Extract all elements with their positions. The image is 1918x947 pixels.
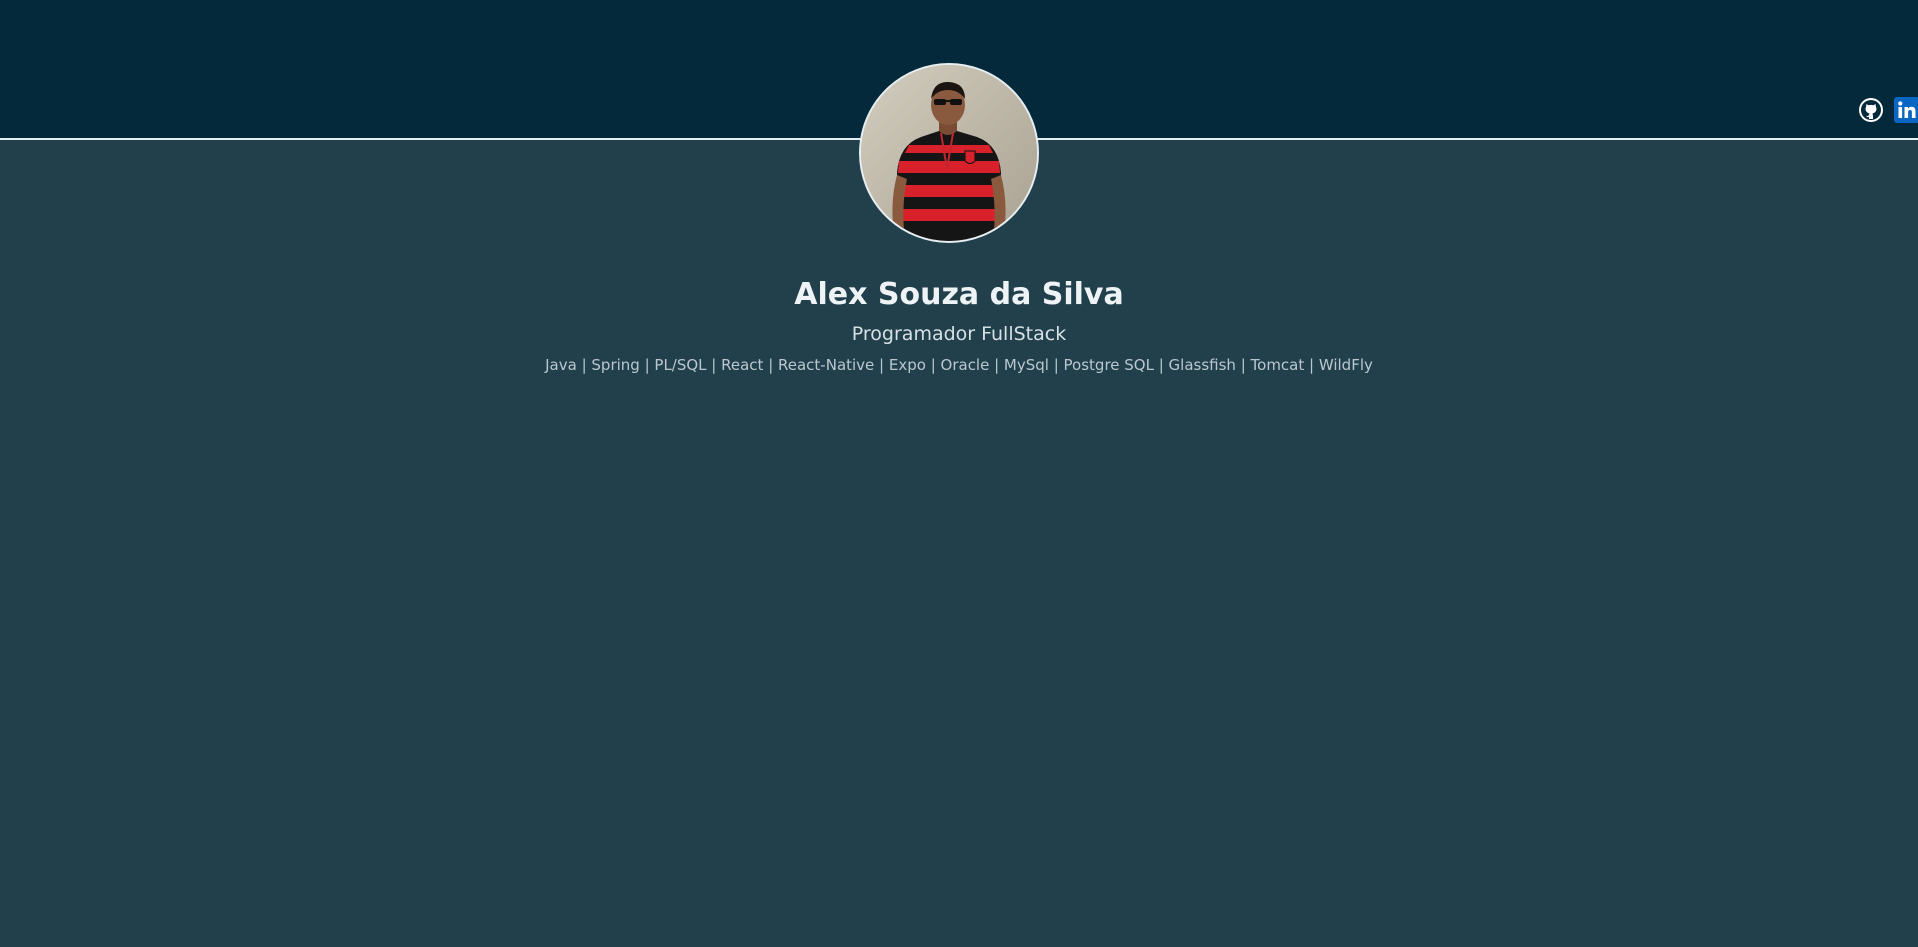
profile-name: Alex Souza da Silva — [794, 277, 1124, 312]
profile-role: Programador FullStack — [851, 323, 1067, 345]
profile-info: Alex Souza da Silva Programador FullStac… — [0, 274, 1918, 376]
profile-page: Alex Souza da Silva Programador FullStac… — [0, 0, 1918, 947]
github-icon — [1859, 98, 1883, 122]
github-link[interactable] — [1858, 97, 1884, 123]
profile-photo — [861, 65, 1037, 241]
linkedin-link[interactable] — [1894, 97, 1918, 123]
profile-skills: Java | Spring | PL/SQL | React | React-N… — [545, 356, 1373, 374]
profile-avatar — [859, 63, 1039, 243]
linkedin-icon — [1894, 97, 1918, 123]
social-links — [1858, 97, 1918, 123]
